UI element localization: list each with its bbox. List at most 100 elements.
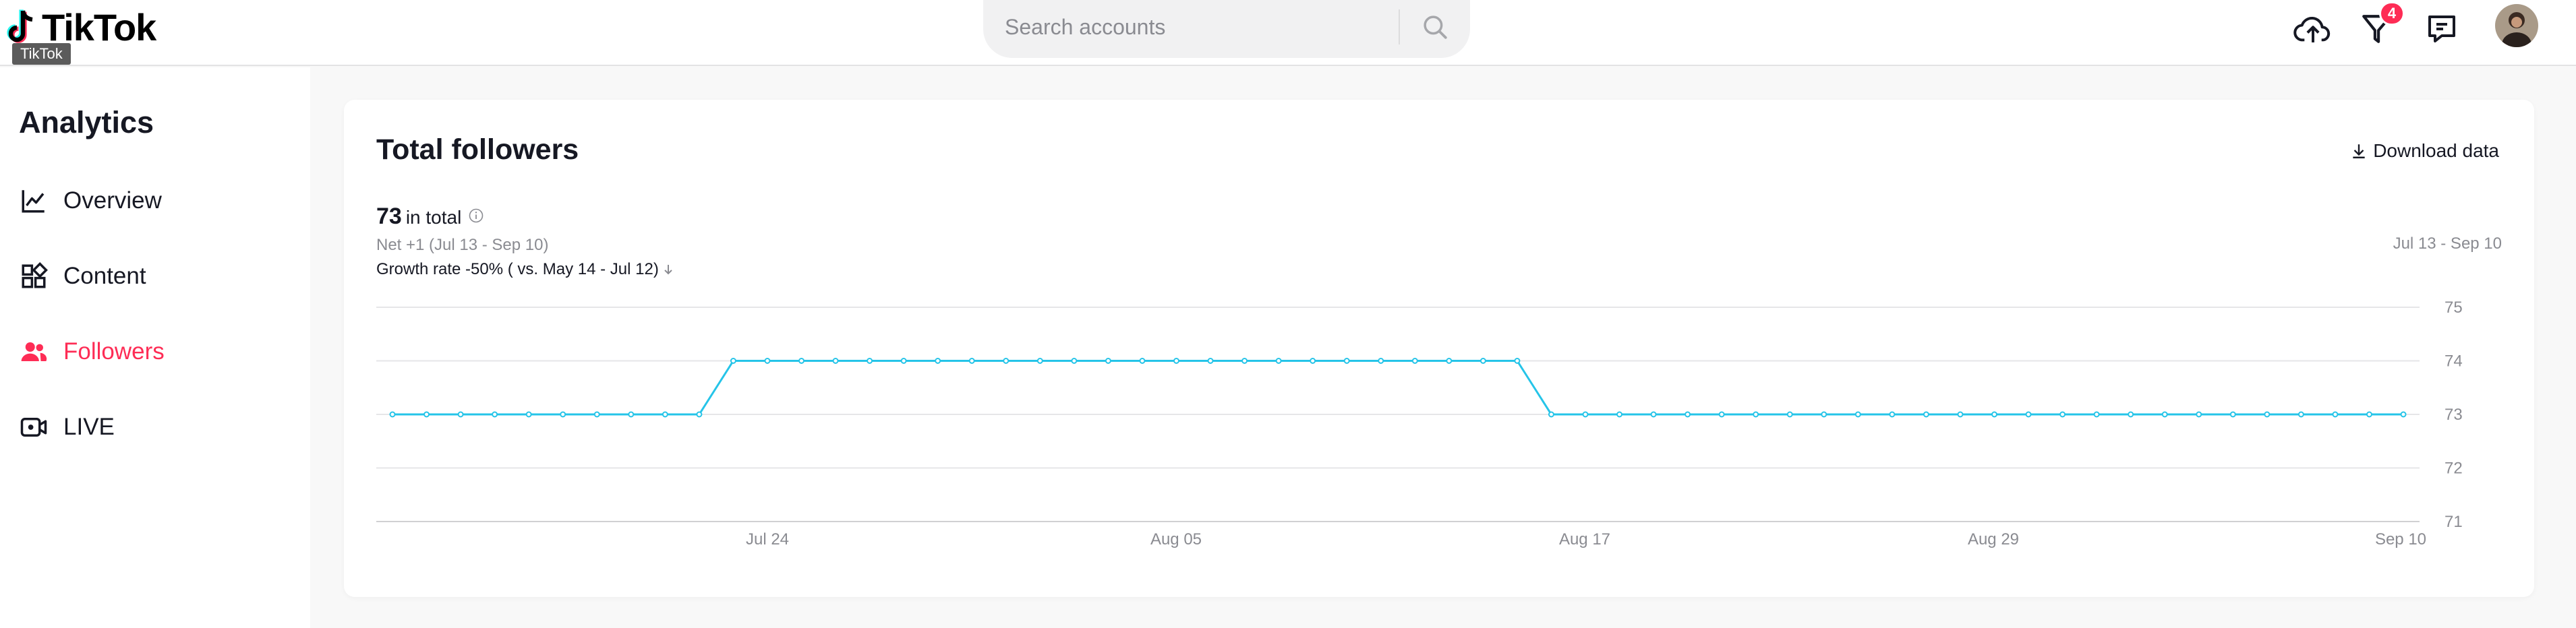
- data-point[interactable]: [423, 411, 430, 418]
- search-bar: [983, 0, 1470, 58]
- data-point[interactable]: [492, 411, 498, 418]
- data-point[interactable]: [1889, 411, 1896, 418]
- x-tick-label: Aug 29: [1968, 530, 2019, 548]
- sidebar-title: Analytics: [19, 105, 154, 139]
- inbox-badge: 4: [2379, 1, 2405, 26]
- data-point[interactable]: [1480, 358, 1486, 364]
- data-point[interactable]: [832, 358, 839, 364]
- data-point[interactable]: [1923, 411, 1929, 418]
- x-tick-label: Aug 17: [1559, 530, 1610, 548]
- line-chart-icon: [19, 186, 49, 216]
- grid-icon: [19, 261, 49, 291]
- data-point[interactable]: [2128, 411, 2134, 418]
- data-point[interactable]: [1173, 358, 1179, 364]
- data-point[interactable]: [1036, 358, 1043, 364]
- data-point[interactable]: [696, 411, 703, 418]
- inbox-button[interactable]: 4: [2353, 1, 2405, 53]
- data-point[interactable]: [389, 411, 396, 418]
- sidebar-item-label: Content: [63, 263, 146, 289]
- data-point[interactable]: [1446, 358, 1453, 364]
- data-point[interactable]: [457, 411, 464, 418]
- sidebar-item-content[interactable]: Content: [19, 256, 146, 296]
- data-point[interactable]: [1753, 411, 1759, 418]
- data-point[interactable]: [935, 358, 941, 364]
- sidebar-item-label: Followers: [63, 338, 165, 365]
- data-point[interactable]: [867, 358, 873, 364]
- data-point[interactable]: [1241, 358, 1248, 364]
- data-point[interactable]: [798, 358, 805, 364]
- data-point[interactable]: [2366, 411, 2372, 418]
- avatar-image: [2495, 4, 2538, 47]
- sidebar-item-overview[interactable]: Overview: [19, 181, 162, 221]
- live-camera-icon: [19, 412, 49, 442]
- data-point[interactable]: [2025, 411, 2032, 418]
- data-point[interactable]: [1582, 411, 1589, 418]
- series-line: [392, 360, 2403, 416]
- data-point[interactable]: [900, 358, 907, 364]
- data-point[interactable]: [1411, 358, 1418, 364]
- data-point[interactable]: [560, 411, 566, 418]
- data-point[interactable]: [764, 358, 771, 364]
- data-point[interactable]: [1786, 411, 1793, 418]
- sidebar-item-label: Overview: [63, 187, 162, 214]
- data-point[interactable]: [1821, 411, 1827, 418]
- y-tick-label: 75: [2445, 299, 2463, 317]
- data-point[interactable]: [1207, 358, 1214, 364]
- sidebar-item-followers[interactable]: Followers: [19, 332, 165, 372]
- data-point[interactable]: [730, 358, 736, 364]
- search-button[interactable]: [1401, 0, 1469, 54]
- data-point[interactable]: [2400, 411, 2407, 418]
- data-point[interactable]: [2297, 411, 2304, 418]
- data-point[interactable]: [1071, 358, 1078, 364]
- data-point[interactable]: [2264, 411, 2271, 418]
- data-point[interactable]: [1685, 411, 1691, 418]
- logo-tooltip: TikTok: [12, 43, 71, 65]
- data-point[interactable]: [2161, 411, 2168, 418]
- search-icon: [1424, 15, 1447, 39]
- data-point[interactable]: [1718, 411, 1725, 418]
- x-tick-label: Jul 24: [746, 530, 789, 548]
- data-point[interactable]: [662, 411, 668, 418]
- data-point[interactable]: [2093, 411, 2100, 418]
- data-point[interactable]: [1957, 411, 1964, 418]
- y-tick-label: 74: [2445, 352, 2463, 371]
- data-point[interactable]: [1514, 358, 1521, 364]
- sidebar-item-label: LIVE: [63, 414, 115, 440]
- messages-icon: [2428, 15, 2455, 42]
- data-point[interactable]: [1275, 358, 1282, 364]
- messages-button[interactable]: [2418, 5, 2465, 53]
- data-point[interactable]: [628, 411, 635, 418]
- data-point[interactable]: [2332, 411, 2339, 418]
- x-tick-label: Sep 10: [2375, 530, 2426, 548]
- upload-button[interactable]: [2289, 5, 2337, 53]
- x-tick-label: Aug 05: [1150, 530, 1202, 548]
- y-tick-label: 73: [2445, 406, 2463, 424]
- user-avatar[interactable]: [2495, 4, 2538, 47]
- data-point[interactable]: [1310, 358, 1316, 364]
- analytics-sidebar: Analytics Overview Content Followers LIV…: [0, 67, 310, 628]
- data-point[interactable]: [1854, 411, 1861, 418]
- data-point[interactable]: [1548, 411, 1554, 418]
- data-point[interactable]: [2059, 411, 2066, 418]
- sidebar-item-live[interactable]: LIVE: [19, 407, 115, 447]
- data-point[interactable]: [1991, 411, 1997, 418]
- data-point[interactable]: [1343, 358, 1350, 364]
- data-point[interactable]: [2229, 411, 2236, 418]
- data-point[interactable]: [2196, 411, 2202, 418]
- data-point[interactable]: [1378, 358, 1384, 364]
- data-point[interactable]: [593, 411, 600, 418]
- data-point[interactable]: [1105, 358, 1111, 364]
- followers-line-chart: 75 74 73 72 71 Jul 24 Aug 05 Aug 17 Aug 29 Sep 10: [376, 299, 2463, 548]
- people-icon: [19, 337, 49, 367]
- data-point[interactable]: [968, 358, 975, 364]
- data-point[interactable]: [1003, 358, 1009, 364]
- data-point[interactable]: [1616, 411, 1623, 418]
- tiktok-note-icon: [7, 9, 33, 43]
- data-point[interactable]: [1650, 411, 1657, 418]
- data-point[interactable]: [525, 411, 532, 418]
- search-divider: [1399, 9, 1400, 44]
- search-input[interactable]: [1005, 0, 1409, 54]
- data-point[interactable]: [1139, 358, 1146, 364]
- top-header: TikTok TikTok 4: [0, 0, 2576, 66]
- y-tick-label: 71: [2445, 513, 2463, 531]
